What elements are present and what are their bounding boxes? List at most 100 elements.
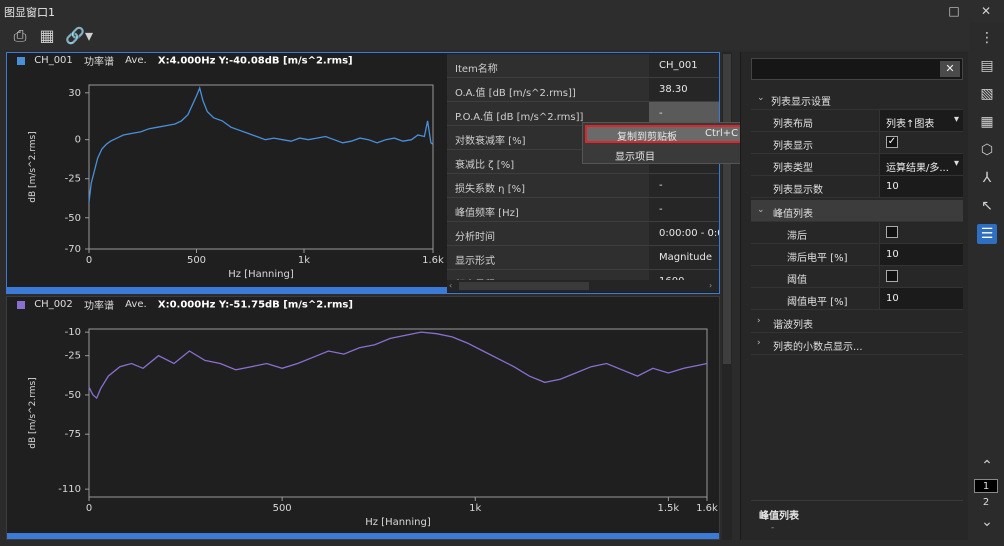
- show-items-item[interactable]: 显示项目: [585, 145, 749, 163]
- channel-color-swatch: [17, 300, 25, 309]
- panel-header: CH_002 功率谱 Ave. X:0.000Hz Y:-51.75dB [m/…: [7, 297, 353, 315]
- lag-checkbox[interactable]: [886, 226, 898, 238]
- grid-icon[interactable]: ▦: [37, 26, 57, 46]
- page-2[interactable]: 2: [974, 496, 998, 510]
- average-label: Ave.: [125, 299, 147, 310]
- page-1[interactable]: 1: [974, 479, 998, 493]
- group-harmonic-list[interactable]: › 谐波列表: [751, 311, 963, 333]
- setting-label: 阈值: [787, 275, 807, 286]
- image-icon[interactable]: ▧: [977, 84, 997, 104]
- clear-search-icon[interactable]: ✕: [940, 61, 960, 77]
- x-tick-label: 1k: [469, 503, 481, 514]
- threshold-level-input[interactable]: 10: [879, 288, 963, 309]
- y-tick-label: -25: [65, 174, 81, 185]
- group-label: 列表的小数点显示...: [773, 342, 863, 353]
- cursor-x: X:4.000Hz: [157, 55, 216, 67]
- setting-list-show: 列表显示 ✓: [751, 132, 963, 154]
- settings-search-input[interactable]: ✕: [751, 58, 963, 80]
- axes-icon[interactable]: ⅄: [977, 168, 997, 188]
- copy-to-clipboard-item[interactable]: 复制到剪贴板 Ctrl+C: [585, 125, 749, 143]
- series-line: [88, 331, 708, 400]
- list-count-input[interactable]: 10: [879, 176, 963, 197]
- panel-list-icon[interactable]: ▤: [977, 56, 997, 76]
- channel-color-swatch: [17, 56, 25, 65]
- setting-list-count: 列表显示数 10: [751, 176, 963, 198]
- chevron-down-icon: ⌄: [757, 93, 765, 103]
- footer-title: 峰值列表: [759, 511, 799, 522]
- average-label: Ave.: [125, 55, 147, 66]
- table-row[interactable]: O.A.值 [dB [m/s^2.rms]] 38.30: [447, 78, 719, 102]
- plot-frame: [88, 328, 708, 498]
- y-tick-label: -10: [65, 327, 81, 338]
- x-axis-label: Hz [Hanning]: [228, 269, 294, 280]
- spectrum-chart-1[interactable]: 0 500 1k 1.6k 30 0 -25 -50 -70 Hz [Hanning] dB [m/…: [7, 71, 445, 283]
- threshold-checkbox[interactable]: [886, 270, 898, 282]
- spectrum-chart-2[interactable]: 0 500 1k 1.5k 1.6k -10 -25 -50 -75 -110 Hz [Hannin…: [7, 315, 719, 533]
- y-tick-label: -50: [65, 213, 81, 224]
- x-tick-label: 500: [273, 503, 292, 514]
- plot-frame: [88, 84, 434, 250]
- page-down-icon[interactable]: ⌄: [977, 512, 997, 532]
- lag-level-input[interactable]: 10: [879, 244, 963, 265]
- setting-lag: 滞后: [751, 222, 963, 244]
- setting-label: 滞后电平 [%]: [787, 253, 848, 264]
- setting-threshold-level: 阈值电平 [%] 10: [751, 288, 963, 310]
- setting-label: 列表布局: [773, 119, 813, 130]
- setting-lag-level: 滞后电平 [%] 10: [751, 244, 963, 266]
- setting-list-layout: 列表布局 列表↑图表: [751, 110, 963, 132]
- title-bar: 图显窗口1 □ ✕: [0, 0, 1004, 22]
- section-list-display[interactable]: ⌄ 列表显示设置: [751, 88, 963, 110]
- scroll-right-icon[interactable]: ›: [709, 281, 712, 290]
- x-tick-label: 1k: [298, 255, 310, 266]
- y-axis-label: dB [m/s^2.rms]: [28, 377, 38, 448]
- group-peak-list[interactable]: ⌄ 峰值列表: [751, 200, 963, 222]
- x-tick-label: 500: [187, 255, 206, 266]
- table-row[interactable]: 峰值频率 [Hz] -: [447, 198, 719, 222]
- menu-item-label: 显示项目: [615, 152, 655, 163]
- table-row[interactable]: 频率量程 [Hz]1600: [447, 270, 719, 280]
- layout-select[interactable]: 列表↑图表: [879, 110, 963, 131]
- cursor-readout: X:0.000Hz Y:-51.75dB [m/s^2.rms]: [157, 299, 353, 311]
- y-tick-label: -75: [65, 429, 81, 440]
- table-row[interactable]: 分析时间 0:00:00 - 0:0: [447, 222, 719, 246]
- x-tick-label: 0: [86, 255, 92, 266]
- table-row[interactable]: Item名称 CH_001: [447, 54, 719, 78]
- scroll-left-icon[interactable]: ‹: [449, 281, 452, 290]
- context-menu: 复制到剪贴板 Ctrl+C 显示项目: [582, 122, 752, 164]
- row-value: 0:00:00 - 0:0: [649, 222, 719, 245]
- more-menu-icon[interactable]: ⋮: [977, 28, 997, 48]
- table-horizontal-scrollbar[interactable]: ‹ ›: [447, 280, 719, 292]
- cursor-icon[interactable]: ↖: [977, 196, 997, 216]
- page-up-icon[interactable]: ⌃: [977, 456, 997, 476]
- row-value: 38.30: [649, 78, 719, 101]
- group-decimal-display[interactable]: › 列表的小数点显示...: [751, 333, 963, 355]
- x-tick-label: 0: [86, 503, 92, 514]
- toolbar: ⎙ ▦ 🔗▾: [0, 22, 1004, 50]
- group-label: 谐波列表: [773, 320, 813, 331]
- cube-icon[interactable]: ⬡: [977, 140, 997, 160]
- chevron-right-icon: ›: [757, 338, 761, 348]
- list-type-select[interactable]: 运算结果/多...: [879, 154, 963, 175]
- setting-label: 阈值电平 [%]: [787, 297, 848, 308]
- cursor-y: Y:-40.08dB [m/s^2.rms]: [218, 55, 353, 67]
- table-row[interactable]: 显示形式 Magnitude: [447, 246, 719, 270]
- link-dropdown-icon[interactable]: 🔗▾: [64, 26, 94, 46]
- row-value: Magnitude: [649, 246, 719, 269]
- scroll-thumb[interactable]: [723, 54, 731, 364]
- y-tick-label: 0: [75, 135, 81, 146]
- graph-panel-ch002[interactable]: CH_002 功率谱 Ave. X:0.000Hz Y:-51.75dB [m/…: [6, 296, 720, 540]
- table-icon[interactable]: ▦: [977, 112, 997, 132]
- list-show-checkbox[interactable]: ✓: [886, 136, 898, 148]
- list-settings-icon[interactable]: ☰: [977, 224, 997, 244]
- maximize-button[interactable]: □: [946, 3, 962, 19]
- x-tick-label: 1.6k: [422, 255, 444, 266]
- x-tick-label: 1.5k: [658, 503, 680, 514]
- scroll-thumb[interactable]: [459, 282, 589, 290]
- channel-name: CH_002: [34, 299, 73, 310]
- print-icon[interactable]: ⎙: [10, 26, 30, 46]
- close-button[interactable]: ✕: [978, 3, 994, 19]
- row-key: 峰值频率 [Hz]: [455, 208, 519, 219]
- footer-subtitle: -: [771, 523, 775, 533]
- table-row[interactable]: 损失系数 η [%] -: [447, 174, 719, 198]
- chevron-right-icon: ›: [757, 316, 761, 326]
